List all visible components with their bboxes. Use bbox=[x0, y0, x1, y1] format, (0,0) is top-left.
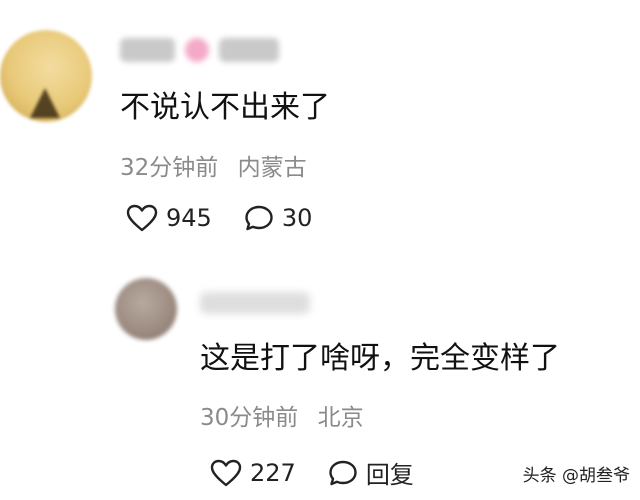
comment-actions: 945 30 bbox=[126, 204, 312, 232]
name-blur-segment bbox=[120, 38, 175, 62]
heart-outline-icon bbox=[210, 459, 242, 486]
reply-text: 这是打了啥呀，完全变样了 bbox=[200, 341, 560, 376]
comment-meta: 32分钟前 内蒙古 bbox=[120, 152, 307, 184]
reply-time: 30分钟前 bbox=[200, 405, 299, 431]
reply-actions: 227 回复 bbox=[210, 455, 414, 490]
reply-button[interactable]: 回复 bbox=[328, 455, 414, 490]
heart-outline-icon bbox=[126, 204, 158, 232]
reply-commenter-name-blurred[interactable] bbox=[200, 292, 310, 314]
reply-commenter-avatar[interactable] bbox=[115, 278, 177, 340]
comment-time: 32分钟前 bbox=[120, 155, 219, 181]
commenter-name-blurred[interactable] bbox=[120, 38, 279, 62]
name-blur-segment bbox=[219, 38, 279, 62]
reply-meta: 30分钟前 北京 bbox=[200, 402, 364, 434]
speech-bubble-icon bbox=[329, 460, 357, 485]
reply-like-count: 227 bbox=[250, 458, 296, 487]
reply-like-button[interactable]: 227 bbox=[210, 459, 296, 487]
name-blur-segment bbox=[185, 38, 209, 62]
reply-count: 30 bbox=[281, 204, 313, 232]
comment-location: 内蒙古 bbox=[237, 155, 307, 181]
reply-label: 回复 bbox=[365, 461, 414, 489]
speech-bubble-icon bbox=[245, 205, 273, 231]
like-count: 945 bbox=[166, 204, 212, 232]
source-watermark: 头条 @胡叁爷 bbox=[522, 466, 630, 486]
commenter-avatar[interactable] bbox=[0, 30, 92, 122]
like-button[interactable]: 945 bbox=[126, 204, 212, 232]
reply-location: 北京 bbox=[317, 405, 364, 431]
comment-text: 不说认不出来了 bbox=[120, 90, 330, 125]
avatar-image-shape bbox=[30, 88, 60, 118]
reply-count-button[interactable]: 30 bbox=[244, 204, 313, 232]
